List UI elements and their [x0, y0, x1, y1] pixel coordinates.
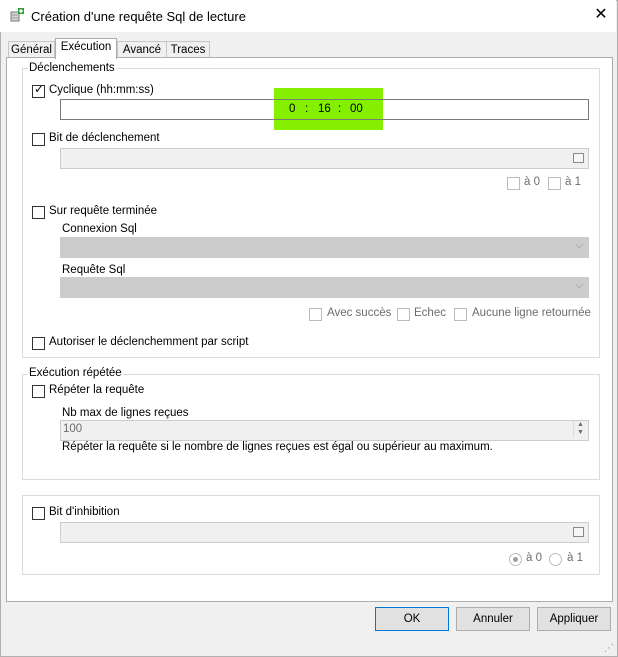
inhibition-field[interactable] — [60, 522, 589, 543]
nb-max-input[interactable]: 100 ▲ ▼ — [60, 420, 589, 441]
time-minutes[interactable]: 16 — [318, 103, 331, 115]
bit-declenchement-a0-checkbox[interactable] — [507, 177, 520, 190]
tab-general[interactable]: Général — [8, 41, 55, 58]
window-title: Création d'une requête Sql de lecture — [31, 9, 246, 24]
nb-max-spinner[interactable]: ▲ ▼ — [573, 421, 588, 438]
inhibition-a0-radio[interactable] — [509, 553, 522, 566]
browse-variable-icon[interactable] — [573, 527, 584, 537]
inhibition-label: Bit d'inhibition — [49, 506, 120, 518]
nb-max-value: 100 — [63, 423, 83, 435]
apply-button[interactable]: Appliquer — [537, 607, 611, 631]
repeter-info-text: Répéter la requête si le nombre de ligne… — [62, 441, 493, 453]
connexion-sql-select[interactable]: ⌵ — [60, 237, 589, 258]
resize-grip-icon[interactable]: ⋰ — [604, 643, 614, 654]
time-hours[interactable]: 0 — [289, 103, 295, 115]
avec-succes-label: Avec succès — [327, 307, 392, 319]
chevron-down-icon: ⌵ — [575, 280, 583, 291]
bit-declenchement-a0-label: à 0 — [524, 176, 540, 188]
inhibition-a0-label: à 0 — [526, 552, 542, 564]
bit-declenchement-checkbox[interactable] — [32, 133, 45, 146]
sur-requete-label: Sur requête terminée — [49, 205, 158, 217]
requete-sql-select[interactable]: ⌵ — [60, 277, 589, 298]
aucune-ligne-label: Aucune ligne retournée — [472, 307, 591, 319]
close-icon[interactable]: ✕ — [590, 6, 612, 26]
chevron-down-icon: ⌵ — [575, 240, 583, 251]
nb-max-label: Nb max de lignes reçues — [62, 407, 189, 419]
tab-traces[interactable]: Traces — [166, 41, 210, 58]
ok-button[interactable]: OK — [375, 607, 449, 631]
aucune-ligne-checkbox[interactable] — [454, 308, 467, 321]
script-label: Autoriser le déclenchemment par script — [49, 336, 249, 348]
cyclique-checkbox[interactable]: ✓ — [32, 82, 45, 98]
database-add-icon — [10, 8, 24, 22]
bit-declenchement-a1-label: à 1 — [565, 176, 581, 188]
tab-avance[interactable]: Avancé — [117, 41, 167, 58]
connexion-sql-label: Connexion Sql — [62, 223, 137, 235]
bit-declenchement-label: Bit de déclenchement — [49, 132, 160, 144]
script-checkbox[interactable] — [32, 337, 45, 350]
time-seconds[interactable]: 00 — [350, 103, 363, 115]
echec-label: Echec — [414, 307, 446, 319]
group-declenchements-title: Déclenchements — [28, 62, 116, 74]
time-separator: : — [338, 103, 342, 115]
browse-variable-icon[interactable] — [573, 153, 584, 163]
requete-sql-label: Requête Sql — [62, 264, 126, 276]
sur-requete-checkbox[interactable] — [32, 206, 45, 219]
radio-selected-dot — [513, 557, 518, 562]
inhibition-a1-radio[interactable] — [549, 553, 562, 566]
cyclique-label: Cyclique (hh:mm:ss) — [49, 84, 154, 96]
bit-declenchement-field[interactable] — [60, 148, 589, 169]
tab-execution[interactable]: Exécution — [55, 38, 117, 59]
inhibition-checkbox[interactable] — [32, 507, 45, 520]
time-separator: : — [305, 103, 309, 115]
inhibition-a1-label: à 1 — [567, 552, 583, 564]
spin-up-icon[interactable]: ▲ — [577, 421, 584, 428]
spin-down-icon[interactable]: ▼ — [577, 429, 584, 436]
avec-succes-checkbox[interactable] — [309, 308, 322, 321]
repeter-checkbox[interactable] — [32, 385, 45, 398]
repeter-label: Répéter la requête — [49, 384, 145, 396]
group-execution-repetee-title: Exécution répétée — [28, 367, 123, 379]
bit-declenchement-a1-checkbox[interactable] — [548, 177, 561, 190]
echec-checkbox[interactable] — [397, 308, 410, 321]
checkmark-icon: ✓ — [34, 82, 45, 96]
cancel-button[interactable]: Annuler — [456, 607, 530, 631]
